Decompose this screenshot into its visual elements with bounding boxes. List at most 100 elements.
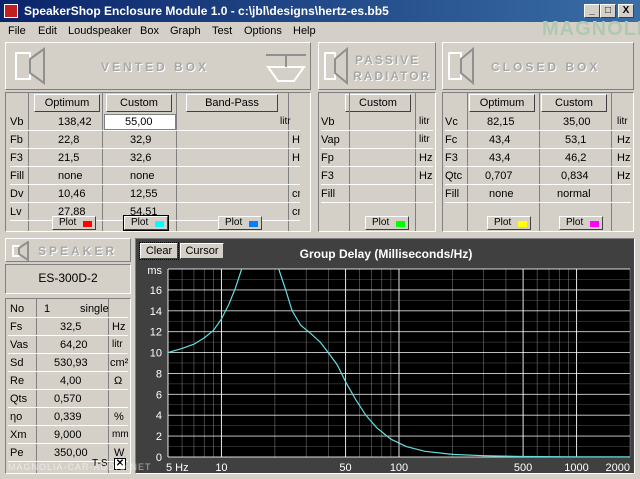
passive-title-line2: RADIATOR	[353, 69, 432, 83]
x-tick-label: 500	[514, 462, 532, 473]
pe-value: 350,00	[54, 447, 88, 459]
vented-enclosure-icon	[266, 54, 306, 82]
closed-custom-button[interactable]: Custom	[541, 94, 607, 112]
no-mode[interactable]: single	[80, 301, 109, 317]
vas-label: Vas	[10, 339, 29, 351]
no-label: No	[10, 303, 25, 315]
passive-table: Custom Vb litr Vap litr Fp Hz F3 Hz Fill Plo…	[318, 92, 436, 232]
passive-custom-button[interactable]: Custom	[345, 94, 411, 112]
cb-fill-custom[interactable]: normal	[557, 186, 591, 202]
cb-f3-unit: Hz	[617, 152, 631, 164]
fb-optimum: 22,8	[58, 134, 80, 146]
menu-help[interactable]: Help	[293, 25, 316, 37]
vented-box-header[interactable]: VENTED BOX	[5, 42, 311, 90]
cb-fill-label: Fill	[445, 188, 460, 200]
cb-f3-optimum: 43,4	[489, 152, 511, 164]
menu-box[interactable]: Box	[140, 25, 159, 37]
fill-label: Fill	[10, 170, 25, 182]
qtc-custom[interactable]: 0,834	[561, 168, 589, 184]
fs-label: Fs	[10, 321, 23, 333]
xm-value: 9,000	[54, 429, 82, 441]
re-label: Re	[10, 375, 25, 387]
qtc-optimum: 0,707	[485, 170, 513, 182]
eta-value: 0,339	[54, 411, 82, 423]
y-tick-label: 4	[156, 410, 162, 422]
maximize-button[interactable]: □	[600, 4, 616, 18]
menu-file[interactable]: File	[8, 25, 26, 37]
window-title: SpeakerShop Enclosure Module 1.0 - c:\jb…	[24, 4, 389, 18]
vb-custom-input[interactable]: 55,00	[104, 114, 176, 130]
closed-custom-plot-button[interactable]: Plot	[559, 216, 603, 230]
cb-fill-optimum: none	[489, 188, 514, 200]
fc-custom[interactable]: 53,1	[565, 132, 586, 148]
speaker-params: No 1 single Fs 32,5 Hz Vas 64,20 litr Sd 530,93…	[5, 298, 131, 474]
fb-label: Fb	[10, 134, 23, 146]
menu-options[interactable]: Options	[244, 25, 282, 37]
vb-unit: litr	[280, 116, 291, 127]
closed-speaker-icon	[448, 47, 474, 85]
closed-optimum-plot-button[interactable]: Plot	[487, 216, 531, 230]
speaker-model[interactable]: ES-300D-2	[5, 264, 131, 294]
y-tick-label: 8	[156, 368, 162, 380]
x-tick-label: 50	[339, 462, 351, 473]
y-tick-label: 6	[156, 389, 162, 401]
menu-graph[interactable]: Graph	[170, 25, 201, 37]
x-tick-label: 2000	[606, 462, 630, 473]
vented-optimum-plot-button[interactable]: Plot	[52, 216, 96, 230]
f3-label: F3	[10, 152, 23, 164]
vented-custom-button[interactable]: Custom	[106, 94, 172, 112]
vas-unit: litr	[112, 339, 123, 350]
group-delay-chart[interactable]: 0 2 4 6 8 10 12 14 16 ms 5 Hz 10 50 100 500 1000 2000	[136, 239, 634, 473]
dv-unit: cm	[292, 188, 300, 200]
fb-unit: Hz	[292, 134, 300, 146]
pr-vb-label: Vb	[321, 116, 335, 128]
passive-plot-button[interactable]: Plot	[365, 216, 409, 230]
dv-optimum: 10,46	[58, 188, 86, 200]
f3-custom[interactable]: 32,6	[130, 150, 151, 166]
vb-label: Vb	[10, 116, 24, 128]
speaker-header[interactable]: SPEAKER	[5, 238, 131, 262]
no-value[interactable]: 1	[44, 301, 50, 317]
red-swatch	[83, 221, 92, 227]
menu-bar: File Edit Loudspeaker Box Graph Test Opt…	[0, 18, 640, 40]
small-speaker-icon	[12, 241, 29, 261]
menu-edit[interactable]: Edit	[38, 25, 57, 37]
fb-custom[interactable]: 32,9	[130, 132, 151, 148]
vented-bandpass-button[interactable]: Band-Pass	[186, 94, 278, 112]
fs-value: 32,5	[60, 321, 82, 333]
passive-radiator-header[interactable]: PASSIVE RADIATOR	[318, 42, 436, 90]
lv-label: Lv	[10, 206, 22, 218]
dv-custom[interactable]: 12,55	[130, 186, 158, 202]
cb-f3-custom[interactable]: 46,2	[565, 150, 586, 166]
vc-custom[interactable]: 35,00	[563, 114, 591, 130]
close-button[interactable]: X	[618, 4, 634, 18]
vented-optimum-button[interactable]: Optimum	[34, 94, 100, 112]
re-unit: Ω	[114, 375, 123, 387]
closed-optimum-button[interactable]: Optimum	[469, 94, 535, 112]
dv-label: Dv	[10, 188, 24, 200]
fc-label: Fc	[445, 134, 458, 146]
footer-watermark: MAGNOLIA-CAR-AUDIO.NET	[8, 462, 152, 472]
pr-fp-unit: Hz	[419, 152, 433, 164]
minimize-button[interactable]: _	[584, 4, 600, 18]
sd-unit: cm²	[110, 357, 128, 369]
xm-unit: mm	[112, 429, 128, 440]
pr-vap-unit: litr	[419, 134, 430, 145]
y-axis-label: ms	[147, 265, 162, 277]
closed-table: Optimum Custom Vc 82,15 35,00 litr Fc 43,4 53…	[442, 92, 634, 232]
closed-box-title: CLOSED BOX	[491, 60, 601, 74]
radiator-icon	[324, 47, 348, 85]
speaker-title: SPEAKER	[38, 244, 118, 258]
closed-box-header[interactable]: CLOSED BOX	[442, 42, 634, 90]
app-icon[interactable]	[4, 4, 18, 18]
qtc-label: Qtc	[445, 170, 463, 182]
watermark-logo: MAGNOLIA	[542, 18, 640, 40]
pr-f3-label: F3	[321, 170, 334, 182]
bandpass-plot-button[interactable]: Plot	[218, 216, 262, 230]
x-tick-label: 5 Hz	[166, 462, 189, 473]
xm-label: Xm	[10, 429, 27, 441]
menu-test[interactable]: Test	[212, 25, 232, 37]
vented-custom-plot-button[interactable]: Plot	[123, 215, 169, 231]
fill-custom[interactable]: none	[130, 168, 154, 184]
menu-loudspeaker[interactable]: Loudspeaker	[68, 25, 132, 37]
